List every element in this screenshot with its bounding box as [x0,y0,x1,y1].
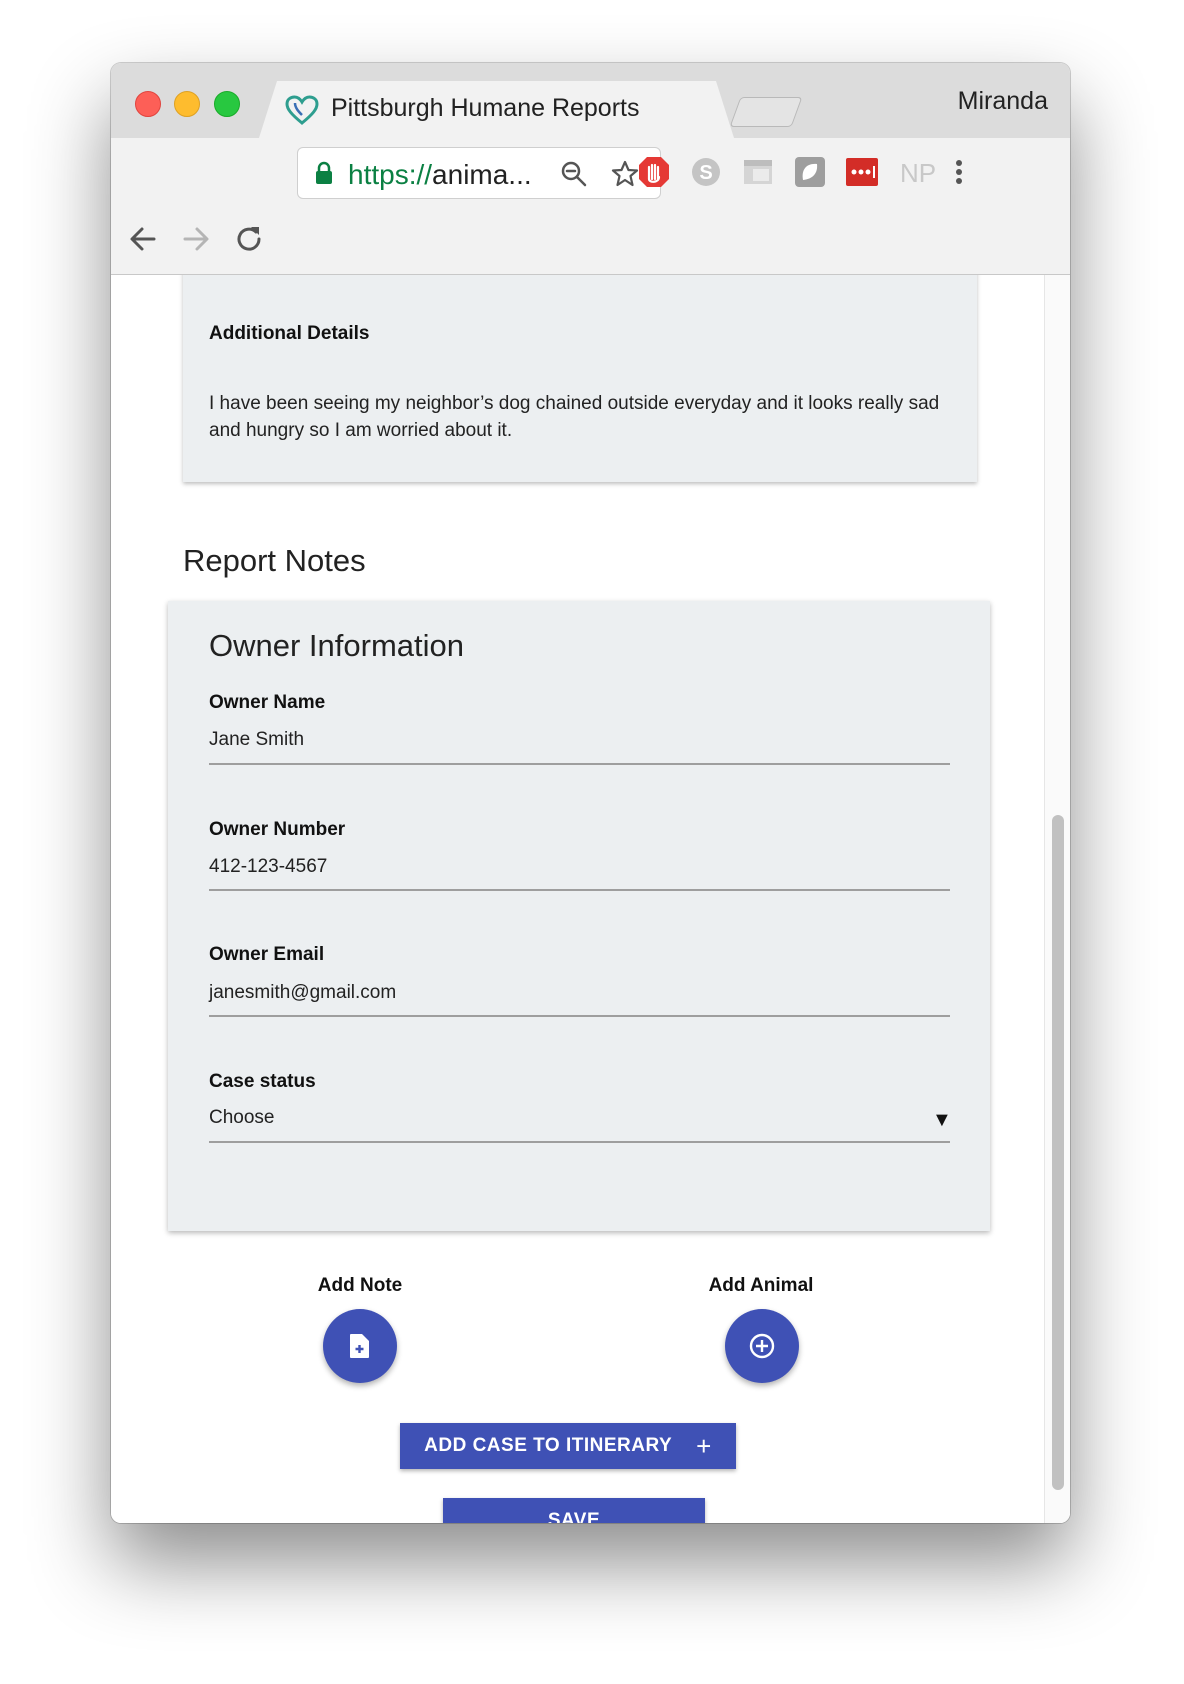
page-content: Additional Details I have been seeing my… [111,275,1070,1523]
add-note-button[interactable] [323,1309,397,1383]
case-status-label: Case status [209,1071,316,1092]
save-button[interactable]: SAVE [443,1498,705,1523]
save-button-label: SAVE [547,1510,601,1523]
case-status-underline [209,1141,950,1143]
owner-email-underline [209,1015,950,1017]
owner-number-label: Owner Number [209,819,346,840]
menu-dots-icon[interactable] [947,155,971,189]
np-icon[interactable]: NP [900,158,936,189]
add-animal-button[interactable] [725,1309,799,1383]
active-tab[interactable]: Pittsburgh Humane Reports × [259,81,734,138]
adblock-icon[interactable] [637,155,671,189]
address-bar[interactable]: https://anima... [297,147,661,199]
owner-information-title: Owner Information [209,628,464,663]
chevron-down-icon[interactable]: ▼ [932,1109,952,1132]
lastpass-icon[interactable] [845,155,879,189]
heart-favicon-icon [285,95,319,125]
svg-text:S: S [699,162,712,184]
add-circle-icon [749,1333,775,1359]
additional-details-text: I have been seeing my neighbor’s dog cha… [209,393,940,441]
owner-name-underline [209,763,950,765]
back-arrow-icon[interactable] [126,222,160,256]
add-note-label: Add Note [317,1275,403,1296]
skype-icon[interactable]: S [689,155,723,189]
itinerary-button-label: ADD CASE TO ITINERARY [424,1435,673,1456]
add-case-to-itinerary-button[interactable]: ADD CASE TO ITINERARY + [400,1423,736,1469]
report-notes-heading: Report Notes [183,543,366,578]
owner-information-card: Owner Information Owner Name Jane Smith … [168,601,990,1231]
profile-name[interactable]: Miranda [958,87,1048,116]
minimize-window-button[interactable] [174,91,200,117]
owner-number-underline [209,889,950,891]
forward-arrow-icon[interactable] [179,222,213,256]
browser-window: Pittsburgh Humane Reports × Miranda http… [111,63,1070,1523]
case-status-select[interactable]: Choose [209,1107,275,1129]
additional-details-label: Additional Details [209,323,370,344]
title-bar: Pittsburgh Humane Reports × Miranda [111,63,1070,138]
maximize-window-button[interactable] [214,91,240,117]
reader-icon[interactable] [741,155,775,189]
add-animal-label: Add Animal [708,1275,814,1296]
reload-icon[interactable] [232,222,266,256]
owner-name-input[interactable]: Jane Smith [209,729,304,751]
ghostery-icon[interactable] [793,155,827,189]
zoom-out-icon[interactable] [560,160,588,188]
bookmark-star-icon[interactable] [610,159,640,189]
close-window-button[interactable] [135,91,161,117]
owner-number-input[interactable]: 412-123-4567 [209,856,327,878]
owner-email-label: Owner Email [209,944,325,965]
report-details-card: Additional Details [183,275,977,482]
note-add-icon [350,1334,369,1358]
owner-email-input[interactable]: janesmith@gmail.com [209,982,396,1004]
url-text: https://anima... [348,159,532,190]
owner-name-label: Owner Name [209,692,326,713]
plus-icon: + [696,1430,712,1461]
tab-title: Pittsburgh Humane Reports [331,94,640,122]
lock-icon [316,161,332,184]
new-tab-button[interactable] [729,97,803,127]
scrollbar-thumb[interactable] [1052,815,1064,1490]
